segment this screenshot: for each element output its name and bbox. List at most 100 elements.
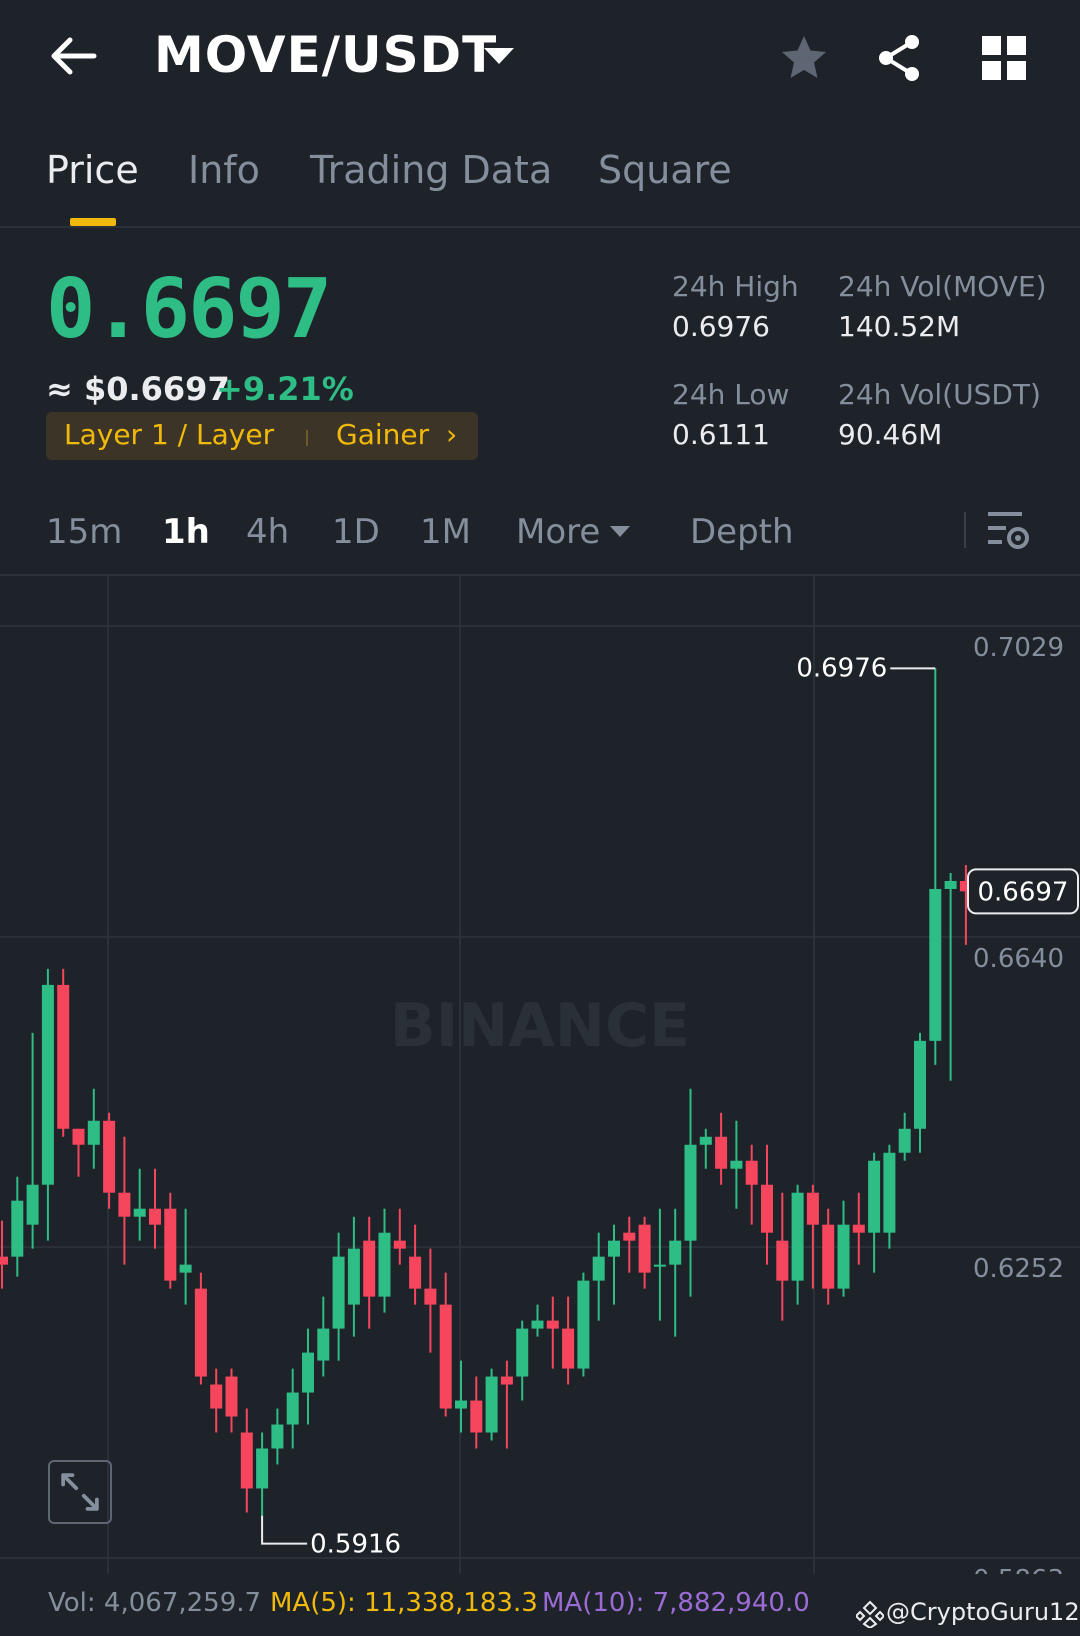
candle-body [898, 1128, 911, 1153]
tab-info[interactable]: Info [188, 148, 260, 192]
timeframe-1m[interactable]: 1M [420, 512, 471, 552]
candle-body [684, 1144, 697, 1241]
candle-body [470, 1400, 483, 1433]
candle-body [439, 1304, 452, 1409]
candle-body [623, 1232, 636, 1241]
candle-body [516, 1328, 529, 1377]
candle-body [424, 1288, 437, 1305]
pair-title[interactable]: MOVE/USDT [154, 26, 497, 84]
fiat-price: ≈ $0.6697 [46, 370, 230, 408]
active-tab-indicator [70, 218, 116, 226]
price-change-percent: +9.21% [216, 370, 354, 408]
divider [964, 512, 966, 548]
max-price-label: 0.6976 [796, 653, 887, 683]
depth-tab[interactable]: Depth [690, 512, 794, 552]
stat-vol-quote-value: 90.46M [838, 418, 943, 451]
candle-body [347, 1248, 360, 1305]
min-price-label: 0.5916 [310, 1530, 401, 1560]
candlestick-chart[interactable]: 0.7029 0.6640 0.6252 0.5863 BINANCE 0.6976 0.5… [0, 576, 1080, 1574]
volume-ma10: MA(10): 7,882,940.0 [542, 1588, 810, 1618]
candle-body [118, 1192, 131, 1217]
candle-body [776, 1240, 789, 1281]
candle-body [409, 1256, 422, 1289]
caret-down-icon[interactable] [610, 526, 630, 537]
timeframe-more[interactable]: More [516, 512, 600, 552]
candle-body [500, 1376, 513, 1385]
candle-body [26, 1184, 39, 1225]
candle-body [0, 1256, 8, 1265]
candle-body [914, 1040, 926, 1129]
candle-body [929, 888, 942, 1041]
candle-body [317, 1328, 330, 1361]
candle-body [179, 1264, 192, 1273]
candle-body [653, 1264, 666, 1267]
candle-body [225, 1376, 238, 1417]
y-axis-tick-label: 0.6640 [973, 944, 1064, 974]
candle-body [11, 1200, 24, 1257]
candle-body [531, 1320, 544, 1329]
binance-logo-icon [856, 1600, 884, 1628]
timeframe-1d[interactable]: 1D [332, 512, 380, 552]
candle-body [485, 1376, 498, 1433]
timeframe-15m[interactable]: 15m [46, 512, 122, 552]
candle-body [133, 1208, 146, 1217]
chevron-right-icon: › [446, 418, 458, 451]
candle-body [592, 1256, 605, 1281]
candle-body [103, 1120, 116, 1193]
volume-ma5: MA(5): 11,338,183.3 [270, 1588, 538, 1618]
candle-body [822, 1224, 835, 1289]
candle-body [699, 1136, 712, 1145]
candle-body [393, 1240, 406, 1249]
timeframe-4h[interactable]: 4h [246, 512, 289, 552]
candle-body [745, 1160, 758, 1185]
caret-down-icon[interactable] [484, 48, 514, 64]
expand-icon[interactable] [48, 1460, 112, 1524]
candle-body [669, 1240, 682, 1265]
candle-body [87, 1120, 100, 1145]
candle-body [546, 1320, 559, 1329]
stat-low-label: 24h Low [672, 378, 790, 411]
tab-price[interactable]: Price [46, 148, 139, 192]
y-axis-tick-label: 0.5863 [973, 1565, 1064, 1574]
y-axis-tick-label: 0.6252 [973, 1254, 1064, 1284]
y-axis-tick-label: 0.7029 [973, 633, 1064, 663]
candle-body [868, 1160, 881, 1233]
candle-body [240, 1432, 253, 1489]
stat-low-value: 0.6111 [672, 418, 770, 451]
candle-body [562, 1328, 575, 1369]
tag-gainer-label: Gainer [336, 418, 430, 451]
candle-body [730, 1160, 743, 1169]
timeframe-1h[interactable]: 1h [162, 512, 210, 552]
candle-body [332, 1256, 345, 1329]
candle-body [302, 1352, 314, 1393]
candle-body [363, 1240, 376, 1297]
back-arrow-icon[interactable] [48, 30, 100, 82]
candle-body [944, 880, 957, 889]
min-marker-line [261, 1515, 308, 1545]
chart-settings-icon[interactable] [986, 508, 1030, 552]
volume-value: Vol: 4,067,259.7 [48, 1588, 262, 1618]
tab-square[interactable]: Square [598, 148, 732, 192]
stat-vol-base-value: 140.52M [838, 310, 961, 343]
candle-body [806, 1192, 819, 1225]
candle-body [883, 1152, 896, 1233]
stat-vol-base-label: 24h Vol(MOVE) [838, 270, 1047, 303]
candle-body [791, 1192, 804, 1281]
star-icon[interactable] [778, 32, 830, 84]
stat-high-label: 24h High [672, 270, 799, 303]
share-icon[interactable] [874, 32, 926, 84]
candle-body [194, 1288, 207, 1377]
candle-body [149, 1208, 161, 1225]
candle-body [72, 1128, 85, 1145]
stat-vol-quote-label: 24h Vol(USDT) [838, 378, 1041, 411]
candle-body [638, 1224, 651, 1273]
candle-body [715, 1136, 728, 1169]
candle-body [57, 984, 70, 1129]
last-price-label: 0.6697 [978, 877, 1069, 907]
candle-body [837, 1224, 850, 1289]
candle-body [210, 1384, 223, 1409]
grid-icon[interactable] [982, 36, 1026, 80]
tag-category-label: Layer 1 / Layer [64, 418, 275, 451]
candle-body [271, 1424, 284, 1449]
tab-trading-data[interactable]: Trading Data [310, 148, 552, 192]
